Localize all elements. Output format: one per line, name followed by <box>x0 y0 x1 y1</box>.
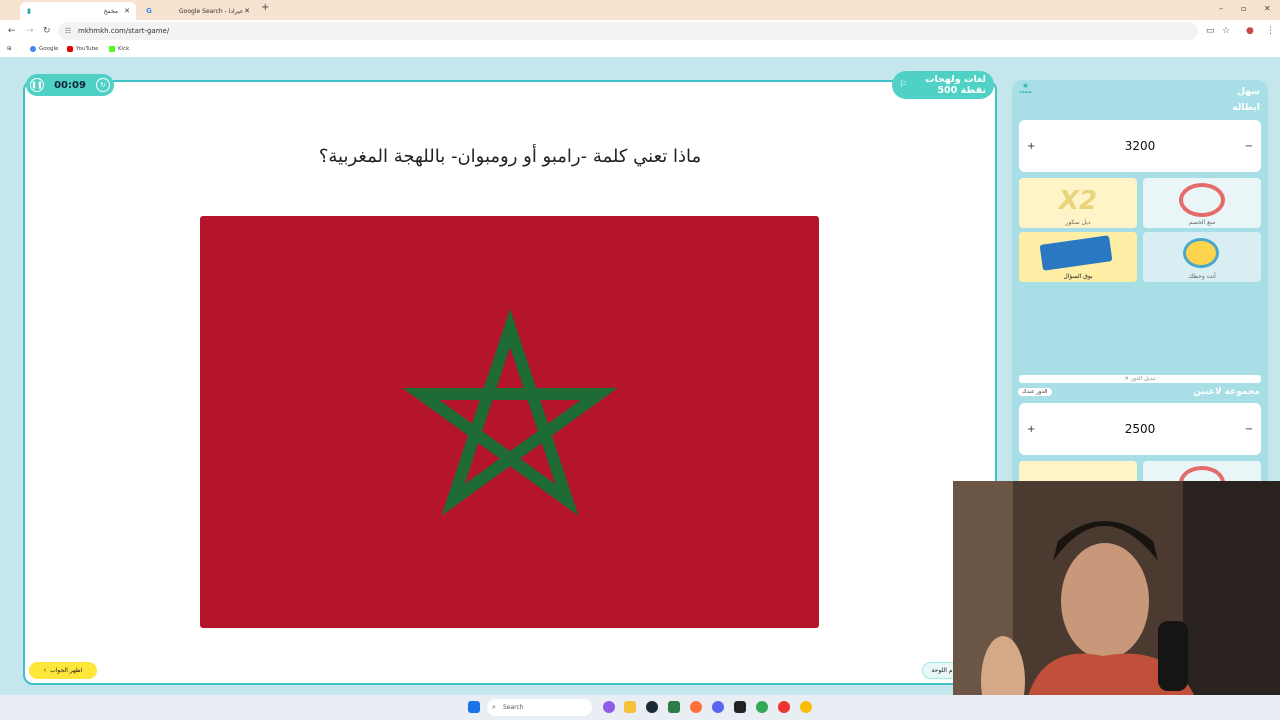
team1-score: 3200 <box>1124 139 1156 153</box>
steam-icon[interactable] <box>646 701 658 713</box>
streamer-video <box>953 481 1280 720</box>
bookmark-google[interactable]: Google <box>30 46 58 52</box>
page-icon[interactable]: ▣ صفحة <box>1019 83 1032 95</box>
wheel-icon <box>1183 238 1219 268</box>
forward-icon[interactable]: → <box>26 26 34 36</box>
bookmark-label: Kick <box>118 46 130 52</box>
your-turn-badge: الدور عندك <box>1018 388 1052 396</box>
switch-turn-label: تبديل الدور <box>1130 376 1156 382</box>
url-text: mkhmkh.com/start-game/ <box>78 27 170 35</box>
minimize-icon[interactable]: – <box>1219 4 1223 13</box>
increase-score-button[interactable]: + <box>1027 424 1035 435</box>
tab-mkhmkh[interactable]: ▮ مخمخ ✕ <box>20 2 136 20</box>
cast-icon[interactable]: ▭ <box>1206 26 1215 36</box>
bookmark-label: Google <box>39 46 59 52</box>
category-points: 500 نقطة <box>937 85 986 96</box>
close-window-icon[interactable]: ✕ <box>1264 4 1271 13</box>
site-favicon-icon: ▮ <box>27 7 31 15</box>
bookmark-label: YouTube <box>76 46 99 52</box>
show-answer-button[interactable]: ‹ اظهر الجواب <box>29 662 97 679</box>
terminal-icon[interactable] <box>734 701 746 713</box>
team1-level: سهل <box>1237 87 1260 97</box>
pentagram-star-icon <box>402 308 618 516</box>
x2-icon: X2 <box>1058 186 1098 216</box>
browser-tab-bar: ▮ مخمخ ✕ G Google Search - عيرادا ✕ + – … <box>0 0 1280 20</box>
file-explorer-icon[interactable] <box>624 701 636 713</box>
apps-icon[interactable]: ⊞ <box>7 46 12 52</box>
pause-icon[interactable]: ❚❚ <box>30 78 44 92</box>
category-badge: ⚐ لغات ولهجات 500 نقطة <box>892 71 994 99</box>
cards-icon <box>1039 235 1113 271</box>
windows-start-icon[interactable] <box>468 701 480 713</box>
reset-timer-icon[interactable]: ↻ <box>96 78 110 92</box>
close-tab-icon[interactable]: ✕ <box>244 7 250 15</box>
show-answer-label: اظهر الجواب <box>50 667 83 674</box>
increase-score-button[interactable]: + <box>1027 141 1035 152</box>
app-icon[interactable] <box>778 701 790 713</box>
page-icon-label: صفحة <box>1019 89 1032 95</box>
search-placeholder: Search <box>503 704 524 711</box>
maximize-icon[interactable]: ▫ <box>1241 4 1246 13</box>
kick-icon <box>109 46 115 52</box>
double-score-powerup[interactable]: X2 دبل سكور <box>1019 178 1137 228</box>
xbox-app-icon[interactable] <box>668 701 680 713</box>
powerup-label: منع الخصم <box>1188 219 1216 226</box>
google-favicon-icon: G <box>146 7 152 15</box>
tab-title: Google Search - عيرادا <box>179 7 244 15</box>
discord-icon[interactable] <box>712 701 724 713</box>
tab-google[interactable]: G Google Search - عيرادا ✕ <box>140 2 256 20</box>
google-icon <box>30 46 36 52</box>
chrome-active-icon[interactable] <box>800 701 812 713</box>
youtube-icon <box>67 46 73 52</box>
site-info-icon[interactable]: ☷ <box>65 27 71 35</box>
address-bar-row: ← → ↻ ☷ mkhmkh.com/start-game/ ▭ ☆ ● ⋮ <box>0 20 1280 43</box>
reload-icon[interactable]: ↻ <box>43 26 51 36</box>
team2-name: مجموعة لاعبين <box>1193 387 1260 397</box>
decrease-score-button[interactable]: − <box>1245 141 1253 152</box>
tab-title: مخمخ <box>103 7 118 15</box>
decrease-score-button[interactable]: − <box>1245 424 1253 435</box>
bookmarks-bar: ⊞ Google YouTube Kick <box>0 43 1280 57</box>
switch-turn-button[interactable]: ✕ تبديل الدور <box>1019 375 1261 383</box>
bookmark-kick[interactable]: Kick <box>109 46 129 52</box>
profile-icon[interactable]: ● <box>1246 26 1254 36</box>
luck-wheel-powerup[interactable]: أنت وحظك <box>1143 232 1261 282</box>
board-label: م اللوحة <box>931 667 953 674</box>
block-icon <box>1179 183 1225 217</box>
question-image-morocco-flag <box>200 216 819 628</box>
close-tab-icon[interactable]: ✕ <box>124 7 130 15</box>
taskbar-search[interactable]: ⌕ Search <box>487 699 592 716</box>
search-icon: ⌕ <box>492 703 496 711</box>
team2-score-box: + 2500 − <box>1019 403 1261 455</box>
team1-powerups: X2 دبل سكور منع الخصم بوق السؤال أنت وحظ… <box>1019 178 1261 282</box>
powerup-label: دبل سكور <box>1065 219 1091 226</box>
bookmark-youtube[interactable]: YouTube <box>67 46 98 52</box>
question-text: ماذا تعني كلمة -رامبو أو رومبوان- باللهج… <box>318 146 702 167</box>
url-field[interactable]: ☷ mkhmkh.com/start-game/ <box>58 22 1198 40</box>
team2-score: 2500 <box>1124 422 1156 436</box>
steal-question-powerup[interactable]: بوق السؤال <box>1019 232 1137 282</box>
menu-icon[interactable]: ⋮ <box>1266 26 1275 36</box>
chrome-icon[interactable] <box>756 701 768 713</box>
powerup-label: أنت وحظك <box>1188 273 1216 280</box>
chevron-left-icon: ‹ <box>43 667 47 674</box>
block-opponent-powerup[interactable]: منع الخصم <box>1143 178 1261 228</box>
powerup-label: بوق السؤال <box>1063 273 1093 280</box>
copilot-icon[interactable] <box>603 701 615 713</box>
team1-score-box: + 3200 − <box>1019 120 1261 172</box>
back-icon[interactable]: ← <box>8 26 16 36</box>
timer-value: 00:09 <box>54 79 86 91</box>
team1-name: ابطاله <box>1232 103 1260 113</box>
bookmark-star-icon[interactable]: ☆ <box>1222 26 1230 36</box>
webcam-overlay <box>953 481 1280 720</box>
timer: ❚❚ 00:09 ↻ <box>26 74 114 96</box>
windows-taskbar: ⌕ Search <box>0 695 1280 720</box>
category-name: لغات ولهجات <box>924 74 986 85</box>
firefox-icon[interactable] <box>690 701 702 713</box>
new-tab-icon[interactable]: + <box>261 2 269 13</box>
flag-icon: ⚐ <box>898 80 908 90</box>
